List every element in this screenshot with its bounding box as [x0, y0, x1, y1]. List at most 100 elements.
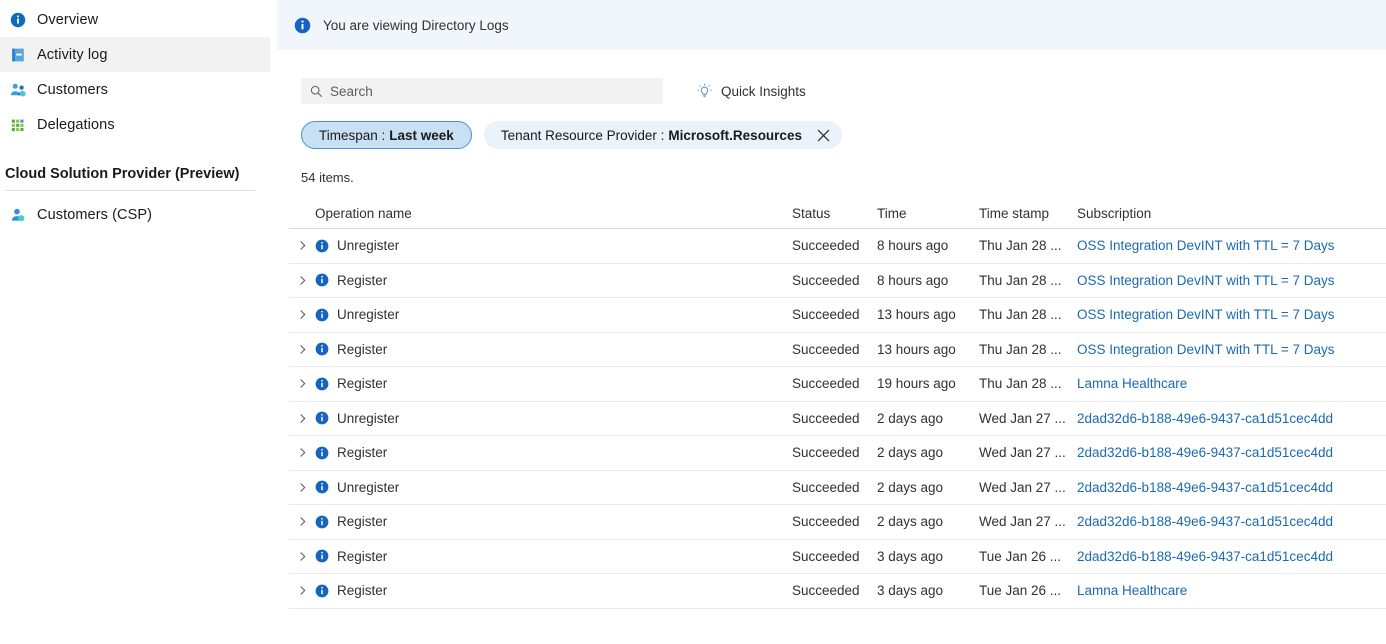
sidebar-item-customers[interactable]: Customers [0, 72, 270, 107]
cell-time-stamp: Wed Jan 27 ... [979, 480, 1077, 495]
expand-chevron-icon[interactable] [289, 482, 315, 493]
cell-time: 13 hours ago [877, 342, 979, 357]
expand-chevron-icon[interactable] [289, 585, 315, 596]
table-row[interactable]: Unregister Succeeded 2 days ago Wed Jan … [289, 402, 1386, 437]
customer-csp-icon [5, 206, 31, 224]
table-row[interactable]: Register Succeeded 2 days ago Wed Jan 27… [289, 436, 1386, 471]
sidebar-item-customers-csp[interactable]: Customers (CSP) [0, 197, 270, 232]
operation-name-text: Register [337, 549, 387, 564]
cell-operation-name: Register [315, 342, 792, 357]
table-row[interactable]: Register Succeeded 13 hours ago Thu Jan … [289, 333, 1386, 368]
table-row[interactable]: Register Succeeded 3 days ago Tue Jan 26… [289, 540, 1386, 575]
cell-subscription-link[interactable]: OSS Integration DevINT with TTL = 7 Days [1077, 307, 1386, 322]
expand-chevron-icon[interactable] [289, 344, 315, 355]
info-circle-icon [315, 480, 329, 494]
search-input[interactable] [330, 84, 630, 99]
table-row[interactable]: Register Succeeded 19 hours ago Thu Jan … [289, 367, 1386, 402]
table-header-row: Operation name Status Time Time stamp Su… [289, 199, 1386, 229]
activity-log-icon [5, 46, 31, 64]
column-header-time-stamp[interactable]: Time stamp [979, 206, 1077, 221]
cell-status: Succeeded [792, 273, 877, 288]
filter-prefix: Tenant Resource Provider : [501, 128, 665, 143]
expand-chevron-icon[interactable] [289, 240, 315, 251]
expand-chevron-icon[interactable] [289, 378, 315, 389]
quick-insights-button[interactable]: Quick Insights [696, 83, 806, 100]
column-header-operation-name[interactable]: Operation name [315, 206, 792, 221]
cell-time-stamp: Thu Jan 28 ... [979, 273, 1077, 288]
sidebar-item-activity-log[interactable]: Activity log [0, 37, 270, 72]
cell-operation-name: Unregister [315, 307, 792, 322]
column-header-time[interactable]: Time [877, 206, 979, 221]
filter-pill-timespan[interactable]: Timespan : Last week [301, 121, 472, 149]
operation-name-text: Unregister [337, 411, 399, 426]
expand-chevron-icon[interactable] [289, 551, 315, 562]
quick-insights-label: Quick Insights [721, 84, 806, 99]
cell-operation-name: Register [315, 583, 792, 598]
operation-name-text: Register [337, 445, 387, 460]
cell-subscription-link[interactable]: Lamna Healthcare [1077, 376, 1386, 391]
sidebar-item-delegations[interactable]: Delegations [0, 107, 270, 142]
table-row[interactable]: Unregister Succeeded 2 days ago Wed Jan … [289, 471, 1386, 506]
cell-time: 2 days ago [877, 445, 979, 460]
info-circle-icon [294, 17, 311, 34]
info-circle-icon [315, 308, 329, 322]
cell-subscription-link[interactable]: 2dad32d6-b188-49e6-9437-ca1d51cec4dd [1077, 514, 1386, 529]
customers-icon [5, 81, 31, 99]
operation-name-text: Unregister [337, 238, 399, 253]
sidebar-item-label: Customers (CSP) [37, 207, 152, 223]
cell-time-stamp: Tue Jan 26 ... [979, 583, 1077, 598]
item-count: 54 items. [277, 170, 1386, 185]
cell-subscription-link[interactable]: 2dad32d6-b188-49e6-9437-ca1d51cec4dd [1077, 549, 1386, 564]
cell-operation-name: Register [315, 273, 792, 288]
cell-status: Succeeded [792, 376, 877, 391]
table-row[interactable]: Register Succeeded 2 days ago Wed Jan 27… [289, 505, 1386, 540]
cell-operation-name: Unregister [315, 411, 792, 426]
sidebar-item-overview[interactable]: Overview [0, 2, 270, 37]
table-row[interactable]: Register Succeeded 8 hours ago Thu Jan 2… [289, 264, 1386, 299]
filter-value: Microsoft.Resources [668, 128, 802, 143]
sidebar-section-divider [5, 190, 255, 191]
filter-value: Last week [389, 128, 454, 143]
expand-chevron-icon[interactable] [289, 309, 315, 320]
column-header-status[interactable]: Status [792, 206, 877, 221]
info-circle-icon [315, 446, 329, 460]
cell-status: Succeeded [792, 411, 877, 426]
cell-status: Succeeded [792, 549, 877, 564]
expand-chevron-icon[interactable] [289, 447, 315, 458]
cell-time: 8 hours ago [877, 273, 979, 288]
cell-time: 3 days ago [877, 549, 979, 564]
sidebar-item-label: Delegations [37, 117, 115, 133]
sidebar: Overview Activity log [0, 0, 277, 644]
cell-subscription-link[interactable]: 2dad32d6-b188-49e6-9437-ca1d51cec4dd [1077, 480, 1386, 495]
filter-pill-tenant-resource-provider[interactable]: Tenant Resource Provider : Microsoft.Res… [484, 121, 842, 149]
cell-subscription-link[interactable]: 2dad32d6-b188-49e6-9437-ca1d51cec4dd [1077, 411, 1386, 426]
expand-chevron-icon[interactable] [289, 413, 315, 424]
info-circle-icon [315, 239, 329, 253]
filter-prefix: Timespan : [319, 128, 385, 143]
expand-chevron-icon[interactable] [289, 275, 315, 286]
cell-subscription-link[interactable]: OSS Integration DevINT with TTL = 7 Days [1077, 273, 1386, 288]
cell-subscription-link[interactable]: 2dad32d6-b188-49e6-9437-ca1d51cec4dd [1077, 445, 1386, 460]
cell-time: 2 days ago [877, 411, 979, 426]
main-content: You are viewing Directory Logs [277, 0, 1386, 644]
info-circle-icon [315, 549, 329, 563]
cell-subscription-link[interactable]: Lamna Healthcare [1077, 583, 1386, 598]
cell-status: Succeeded [792, 307, 877, 322]
table-row[interactable]: Unregister Succeeded 13 hours ago Thu Ja… [289, 298, 1386, 333]
table-row[interactable]: Register Succeeded 3 days ago Tue Jan 26… [289, 574, 1386, 609]
operation-name-text: Register [337, 376, 387, 391]
expand-chevron-icon[interactable] [289, 516, 315, 527]
close-icon[interactable] [816, 127, 832, 143]
search-box[interactable] [301, 78, 663, 104]
table-row[interactable]: Unregister Succeeded 8 hours ago Thu Jan… [289, 229, 1386, 264]
cell-subscription-link[interactable]: OSS Integration DevINT with TTL = 7 Days [1077, 238, 1386, 253]
cell-status: Succeeded [792, 480, 877, 495]
column-header-subscription[interactable]: Subscription [1077, 206, 1386, 221]
cell-subscription-link[interactable]: OSS Integration DevINT with TTL = 7 Days [1077, 342, 1386, 357]
activity-log-table: Operation name Status Time Time stamp Su… [277, 199, 1386, 609]
cell-status: Succeeded [792, 583, 877, 598]
cell-time-stamp: Thu Jan 28 ... [979, 307, 1077, 322]
operation-name-text: Unregister [337, 480, 399, 495]
info-circle-icon [315, 273, 329, 287]
operation-name-text: Register [337, 273, 387, 288]
